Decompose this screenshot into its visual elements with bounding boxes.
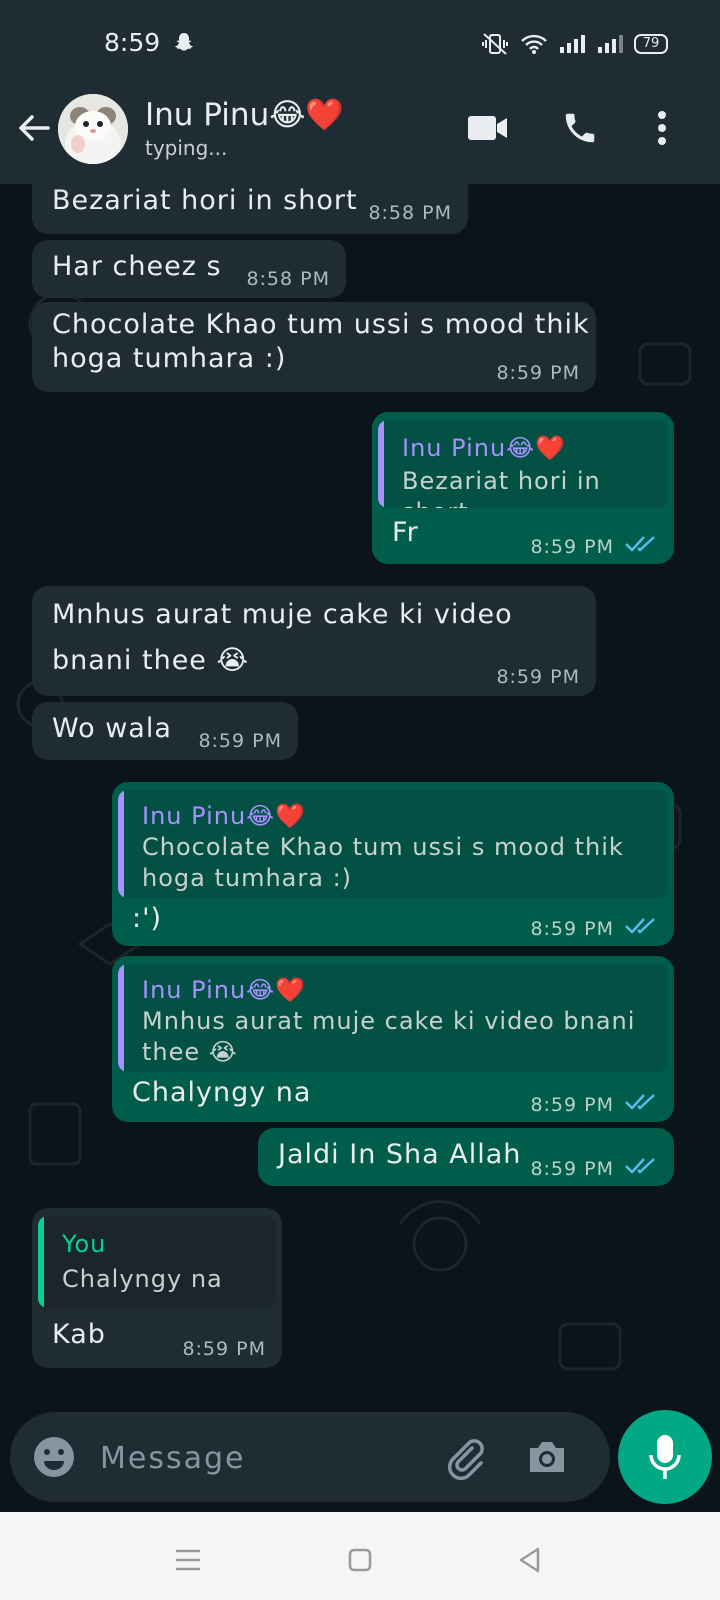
message-text: Mnhus aurat muje cake ki video bnani the… bbox=[52, 599, 513, 676]
quote-author: Inu Pinu😂❤️ bbox=[402, 434, 567, 462]
message-text: Kab bbox=[52, 1319, 106, 1350]
system-navigation-bar bbox=[0, 1512, 720, 1600]
back-arrow-icon[interactable] bbox=[14, 108, 54, 148]
phone-icon bbox=[565, 113, 595, 143]
quote-text: Chalyngy na bbox=[62, 1265, 223, 1293]
contact-avatar[interactable] bbox=[58, 94, 128, 164]
voice-call-button[interactable] bbox=[558, 106, 602, 150]
emoji-icon[interactable] bbox=[32, 1435, 76, 1479]
message-time: 8:59 PM bbox=[496, 666, 580, 688]
back-icon[interactable] bbox=[512, 1542, 548, 1578]
message-outgoing[interactable]: Inu Pinu😂❤️ Mnhus aurat muje cake ki vid… bbox=[112, 956, 674, 1122]
voice-record-button[interactable] bbox=[618, 1410, 712, 1504]
video-call-button[interactable] bbox=[466, 106, 510, 150]
read-receipt-icon bbox=[625, 536, 655, 552]
read-receipt-icon bbox=[625, 1158, 655, 1174]
message-time: 8:59 PM bbox=[496, 362, 580, 384]
home-icon[interactable] bbox=[342, 1542, 378, 1578]
status-icons: 79 bbox=[480, 32, 668, 56]
message-outgoing[interactable]: Inu Pinu😂❤️ Bezariat hori in short Fr 8:… bbox=[372, 412, 674, 564]
message-text: Har cheez s bbox=[52, 251, 222, 282]
message-text: Jaldi In Sha Allah bbox=[278, 1139, 522, 1170]
quoted-message[interactable]: You Chalyngy na bbox=[38, 1216, 276, 1308]
camera-icon[interactable] bbox=[524, 1434, 570, 1480]
status-bar: 8:59 79 bbox=[0, 0, 720, 88]
message-time: 8:59 PM bbox=[530, 918, 614, 940]
message-incoming[interactable]: Chocolate Khao tum ussi s mood thik hoga… bbox=[32, 302, 596, 392]
quote-text: Bezariat hori in short bbox=[402, 467, 601, 508]
message-incoming[interactable]: Mnhus aurat muje cake ki video bnani the… bbox=[32, 586, 596, 696]
quote-bar bbox=[118, 790, 124, 898]
vibrate-icon bbox=[482, 33, 508, 55]
contact-name[interactable]: Inu Pinu😂❤️ bbox=[145, 96, 344, 133]
paperclip-icon[interactable] bbox=[442, 1434, 488, 1480]
message-incoming[interactable]: Har cheez s 8:58 PM bbox=[32, 240, 346, 298]
quote-bar bbox=[378, 420, 384, 508]
quote-text: Chocolate Khao tum ussi s mood thik hoga… bbox=[142, 833, 624, 892]
quote-author: You bbox=[62, 1230, 107, 1258]
quote-author: Inu Pinu😂❤️ bbox=[142, 976, 307, 1004]
message-time: 8:59 PM bbox=[182, 1338, 266, 1360]
microphone-icon bbox=[649, 1435, 681, 1479]
video-camera-icon bbox=[468, 116, 507, 140]
message-outgoing[interactable]: Inu Pinu😂❤️ Chocolate Khao tum ussi s mo… bbox=[112, 782, 674, 946]
signal-icon bbox=[560, 35, 585, 53]
message-time: 8:59 PM bbox=[530, 1158, 614, 1180]
message-incoming[interactable]: Wo wala 8:59 PM bbox=[32, 702, 298, 760]
more-vertical-icon bbox=[658, 111, 666, 145]
quoted-message[interactable]: Inu Pinu😂❤️ Bezariat hori in short bbox=[378, 420, 668, 508]
contact-status: typing... bbox=[145, 136, 228, 160]
quote-text: Mnhus aurat muje cake ki video bnani the… bbox=[142, 1007, 636, 1066]
wifi-icon bbox=[521, 34, 547, 54]
message-incoming[interactable]: You Chalyngy na Kab 8:59 PM bbox=[32, 1208, 282, 1368]
message-time: 8:59 PM bbox=[198, 730, 282, 752]
battery-icon: 79 bbox=[634, 34, 668, 54]
message-time: 8:59 PM bbox=[530, 1094, 614, 1116]
read-receipt-icon bbox=[625, 1094, 655, 1110]
more-options-button[interactable] bbox=[640, 106, 684, 150]
chat-header: Inu Pinu😂❤️ typing... bbox=[0, 88, 720, 184]
compose-bar bbox=[10, 1412, 610, 1502]
message-list[interactable]: Bezariat hori in short 8:58 PM Har cheez… bbox=[0, 184, 720, 1412]
message-text: Bezariat hori in short bbox=[52, 185, 358, 216]
quote-bar bbox=[38, 1216, 44, 1308]
message-text: :') bbox=[132, 903, 163, 934]
quote-bar bbox=[118, 964, 124, 1072]
quoted-message[interactable]: Inu Pinu😂❤️ Mnhus aurat muje cake ki vid… bbox=[118, 964, 668, 1072]
message-time: 8:58 PM bbox=[368, 202, 452, 224]
message-time: 8:58 PM bbox=[246, 268, 330, 290]
quote-author: Inu Pinu😂❤️ bbox=[142, 802, 307, 830]
message-input[interactable] bbox=[98, 1430, 422, 1486]
message-time: 8:59 PM bbox=[530, 536, 614, 558]
read-receipt-icon bbox=[625, 918, 655, 934]
message-outgoing[interactable]: Jaldi In Sha Allah 8:59 PM bbox=[258, 1128, 674, 1186]
message-incoming[interactable]: Bezariat hori in short 8:58 PM bbox=[32, 184, 468, 234]
message-text: Chalyngy na bbox=[132, 1077, 312, 1108]
message-text: Wo wala bbox=[52, 713, 172, 744]
message-text: Fr bbox=[392, 517, 419, 548]
quoted-message[interactable]: Inu Pinu😂❤️ Chocolate Khao tum ussi s mo… bbox=[118, 790, 668, 898]
snapchat-icon bbox=[175, 33, 193, 51]
status-time: 8:59 bbox=[104, 28, 161, 57]
signal-icon-2 bbox=[598, 35, 623, 53]
menu-icon[interactable] bbox=[170, 1542, 206, 1578]
